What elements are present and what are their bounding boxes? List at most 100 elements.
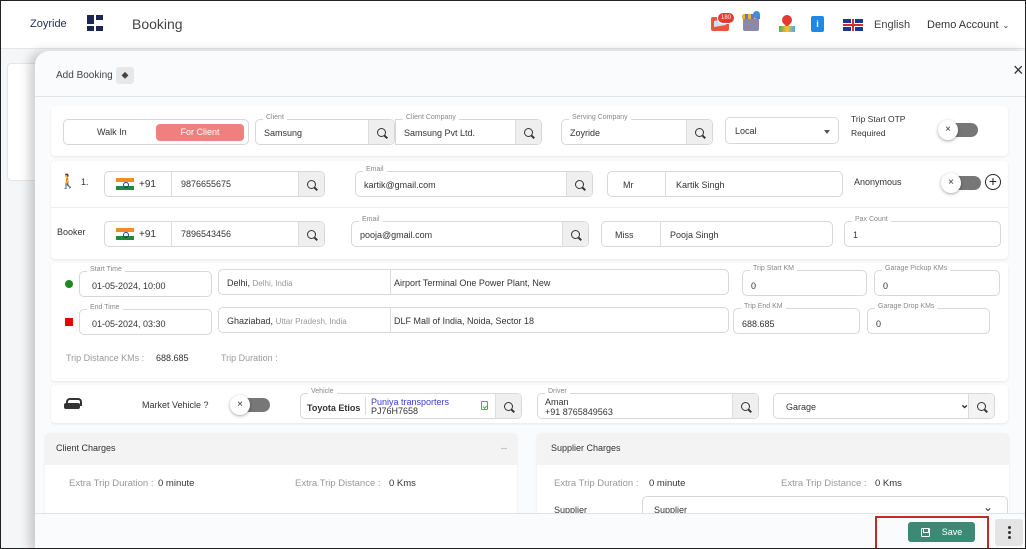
- anonymous-toggle[interactable]: ×: [941, 173, 981, 193]
- trip-distance-value: 688.685: [156, 353, 189, 363]
- booker-name-field[interactable]: Miss Pooja Singh: [601, 221, 833, 247]
- passenger-phone-search-button[interactable]: [298, 172, 324, 196]
- driver-search-button[interactable]: [732, 394, 758, 418]
- passenger-salutation[interactable]: Mr: [623, 180, 634, 190]
- account-menu[interactable]: Demo Account ⌄: [927, 19, 1009, 31]
- app-frame: Zoyride Booking 180 i English Demo Accou…: [0, 0, 1026, 549]
- walk-in-option[interactable]: Walk In: [97, 127, 127, 137]
- market-vehicle-toggle[interactable]: ×: [230, 395, 270, 415]
- passenger-name-field[interactable]: Mr Kartik Singh: [607, 171, 843, 197]
- for-client-label: For Client: [180, 127, 220, 137]
- vehicle-label: Vehicle: [308, 388, 337, 395]
- start-time-field[interactable]: Start Time 01-05-2024, 10:00: [79, 266, 212, 297]
- end-city: Ghaziabad, Uttar Pradesh, India: [227, 316, 347, 326]
- tag-icon[interactable]: ⬥: [116, 67, 134, 84]
- otp-required-toggle[interactable]: ×: [938, 120, 978, 140]
- booking-type-segment: Walk In For Client: [63, 119, 249, 145]
- for-client-option[interactable]: For Client: [156, 124, 244, 141]
- map-pin-icon[interactable]: [779, 15, 795, 33]
- serving-company-field[interactable]: Serving Company Zoyride: [561, 114, 713, 145]
- garage-select[interactable]: Garage ⌄: [773, 393, 995, 419]
- booker-email-field[interactable]: Email pooja@gmail.com: [351, 216, 589, 247]
- vehicle-field[interactable]: Vehicle Toyota Etios Puniya transporters…: [300, 388, 522, 419]
- vehicle-model: Toyota Etios: [307, 403, 361, 413]
- garage-pickup-field[interactable]: Garage Pickup KMs 0: [874, 265, 1000, 296]
- start-city: Delhi, Delhi, India: [227, 278, 293, 288]
- client-search-button[interactable]: [368, 120, 394, 144]
- vehicle-search-button[interactable]: [495, 394, 521, 418]
- end-time-field[interactable]: End Time 01-05-2024, 03:30: [79, 304, 212, 335]
- garage-search-button[interactable]: [968, 394, 994, 418]
- uk-flag-icon[interactable]: [843, 19, 863, 31]
- booker-name-value: Pooja Singh: [670, 230, 719, 240]
- save-button[interactable]: Save: [908, 522, 975, 542]
- driver-name: Aman: [545, 397, 569, 407]
- passenger-index: 1.: [81, 177, 89, 187]
- search-icon: [504, 401, 513, 411]
- end-point-icon: [65, 318, 73, 326]
- pax-count-field[interactable]: Pax Count 1: [844, 216, 1001, 247]
- search-icon: [977, 401, 986, 411]
- booker-email-label: Email: [359, 216, 383, 223]
- india-flag-icon: [116, 228, 134, 240]
- booker-salutation[interactable]: Miss: [615, 230, 634, 240]
- passenger-country-code[interactable]: +91: [139, 179, 156, 190]
- booker-phone-field[interactable]: +91 7896543456: [104, 221, 325, 247]
- search-icon: [571, 229, 580, 239]
- document-check-icon[interactable]: [481, 401, 488, 410]
- booker-email-value: pooja@gmail.com: [360, 230, 433, 240]
- start-time-label: Start Time: [87, 266, 125, 273]
- search-icon: [524, 127, 533, 137]
- apps-grid-icon[interactable]: [87, 15, 103, 31]
- trip-type-select[interactable]: Local: [725, 117, 839, 144]
- language-selector[interactable]: English: [874, 19, 910, 31]
- client-company-search-button[interactable]: [515, 120, 541, 144]
- serving-company-search-button[interactable]: [686, 120, 712, 144]
- supplier-charges-title: Supplier Charges: [551, 443, 621, 453]
- client-field[interactable]: Client Samsung: [255, 114, 395, 145]
- driver-field[interactable]: Driver Aman +91 8765849563: [537, 388, 759, 419]
- start-point-icon: [65, 280, 73, 288]
- floppy-disk-icon: [920, 527, 930, 537]
- passenger-email-field[interactable]: Email kartik@gmail.com: [355, 166, 593, 197]
- garage-drop-field[interactable]: Garage Drop KMs 0: [867, 303, 990, 334]
- booker-country-code[interactable]: +91: [139, 229, 156, 240]
- booker-phone-search-button[interactable]: [298, 222, 324, 246]
- booker-email-search-button[interactable]: [562, 222, 588, 246]
- client-extra-duration-label: Extra Trip Duration :: [69, 478, 154, 489]
- passenger-email-search-button[interactable]: [566, 172, 592, 196]
- trip-end-km-label: Trip End KM: [741, 303, 786, 310]
- pax-count-label: Pax Count: [852, 216, 891, 223]
- supplier-charges-card: Supplier Charges Extra Trip Duration : 0…: [537, 433, 1009, 523]
- booking-type-card: Walk In For Client Client Samsung Client…: [51, 106, 1008, 156]
- x-icon: ×: [941, 173, 961, 193]
- search-icon: [741, 401, 750, 411]
- passenger-phone-field[interactable]: +91 9876655675: [104, 171, 325, 197]
- close-icon[interactable]: ×: [1013, 60, 1024, 81]
- add-passenger-icon[interactable]: +: [985, 174, 1001, 190]
- end-location-field[interactable]: Ghaziabad, Uttar Pradesh, India DLF Mall…: [218, 307, 729, 333]
- trip-distance-label: Trip Distance KMs :: [66, 353, 145, 363]
- client-charges-header[interactable]: Client Charges --: [45, 433, 517, 465]
- info-book-icon[interactable]: i: [811, 16, 824, 32]
- collapse-icon[interactable]: --: [501, 443, 507, 453]
- booker-label: Booker: [57, 227, 86, 237]
- supplier-charges-header[interactable]: Supplier Charges: [537, 433, 1009, 465]
- client-company-field[interactable]: Client Company Samsung Pvt Ltd.: [395, 114, 542, 145]
- trip-duration-label: Trip Duration :: [221, 353, 278, 363]
- brand-name[interactable]: Zoyride: [30, 18, 67, 30]
- trip-start-km-field[interactable]: Trip Start KM 0: [742, 265, 867, 296]
- driver-label: Driver: [545, 388, 570, 395]
- passenger-name-value: Kartik Singh: [676, 180, 725, 190]
- save-label: Save: [941, 527, 963, 537]
- client-company-value: Samsung Pvt Ltd.: [404, 128, 476, 138]
- driver-phone: +91 8765849563: [545, 407, 613, 417]
- search-icon: [575, 179, 584, 189]
- vehicle-card: Market Vehicle ? × Vehicle Toyota Etios …: [51, 385, 1008, 423]
- store-location-icon[interactable]: [742, 14, 760, 31]
- trip-end-km-field[interactable]: Trip End KM 688.685: [733, 303, 860, 334]
- passenger-email-label: Email: [363, 166, 387, 173]
- start-location-field[interactable]: Delhi, Delhi, India Airport Terminal One…: [218, 269, 729, 295]
- client-extra-duration-value: 0 minute: [158, 478, 195, 489]
- more-options-button[interactable]: [995, 519, 1023, 546]
